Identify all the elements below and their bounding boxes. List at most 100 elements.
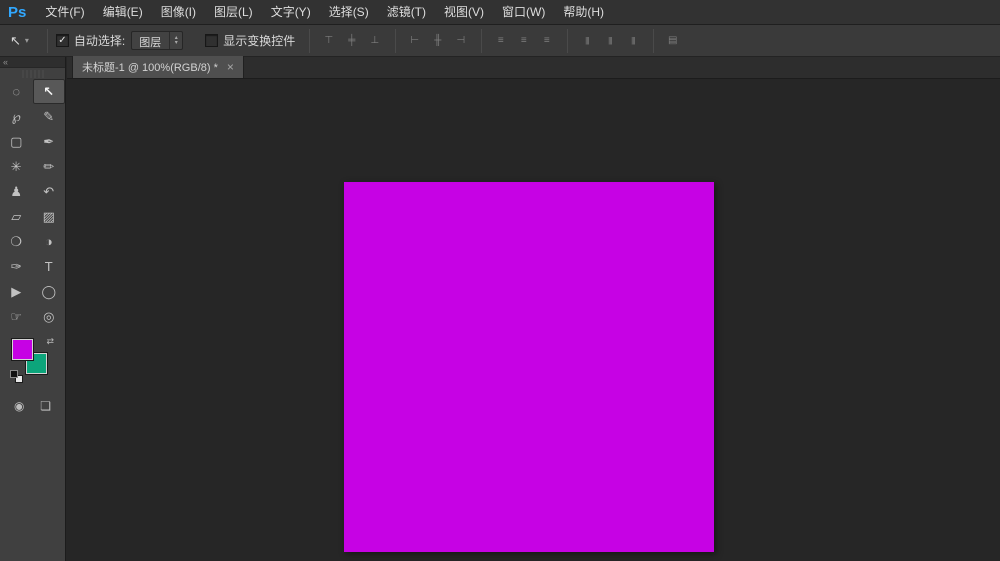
canvas-area[interactable] — [67, 79, 1000, 561]
switch-colors-icon[interactable]: ⇄ — [46, 337, 54, 346]
photoshop-logo: Ps — [0, 4, 36, 21]
tool-options-bar: ↖ ▾ ✓ 自动选择: 图层 ▴ ▾ 显示变换控件 ⊤ ╪ ⊥ ⊢ ╫ ⊣ ≡ … — [0, 25, 1000, 57]
brush-icon: ✏ — [43, 159, 54, 175]
panel-collapse-button[interactable]: « — [0, 57, 65, 68]
move-tool[interactable]: ↖ — [33, 79, 66, 104]
quick-selection-tool[interactable]: ✎ — [33, 104, 66, 129]
auto-align-layers-button[interactable]: ▤ — [662, 31, 683, 50]
chevron-down-icon: ▾ — [25, 36, 29, 45]
dodge-icon: ◑ — [45, 234, 53, 249]
hand-tool[interactable]: ☞ — [0, 304, 33, 329]
align-left-edges-button[interactable]: ⊢ — [404, 31, 425, 50]
blur-icon: ❍ — [10, 234, 22, 250]
type-tool[interactable]: T — [33, 254, 66, 279]
align-top-edges-button[interactable]: ⊤ — [318, 31, 339, 50]
menu-item-select[interactable]: 选择(S) — [320, 0, 378, 24]
menu-item-help[interactable]: 帮助(H) — [554, 0, 613, 24]
align-bottom-edges-button[interactable]: ⊥ — [364, 31, 385, 50]
hand-icon: ☞ — [10, 309, 22, 325]
color-swatches: ⇄ — [10, 337, 54, 383]
align-vertical-centers-button[interactable]: ╪ — [341, 31, 362, 50]
eraser-tool[interactable]: ▱ — [0, 204, 33, 229]
ellipse-shape-tool[interactable]: ◯ — [33, 279, 66, 304]
path-selection-tool[interactable]: ▶ — [0, 279, 33, 304]
menu-item-filter[interactable]: 滤镜(T) — [378, 0, 435, 24]
healing-brush-icon: ✳ — [11, 159, 22, 175]
tools-panel: « ◌ ↖ ℘ ✎ ▢ ✒ ✳ ✏ ♟ ↶ ▱ ▨ ❍ ◑ ✑ T ▶ ◯ ☞ … — [0, 57, 66, 561]
zoom-tool[interactable]: ◎ — [33, 304, 66, 329]
menu-item-window[interactable]: 窗口(W) — [493, 0, 554, 24]
auto-select-target-dropdown[interactable]: 图层 ▴ ▾ — [131, 31, 183, 50]
menu-bar: Ps 文件(F) 编辑(E) 图像(I) 图层(L) 文字(Y) 选择(S) 滤… — [0, 0, 1000, 25]
align-horizontal-centers-button[interactable]: ╫ — [427, 31, 448, 50]
quick-selection-icon: ✎ — [43, 109, 54, 125]
pen-icon: ✑ — [11, 259, 22, 275]
photoshop-window: Ps 文件(F) 编辑(E) 图像(I) 图层(L) 文字(Y) 选择(S) 滤… — [0, 0, 1000, 561]
quick-mask-icon[interactable]: ◉ — [14, 399, 24, 413]
pen-tool[interactable]: ✑ — [0, 254, 33, 279]
separator — [653, 29, 654, 53]
crop-tool[interactable]: ▢ — [0, 129, 33, 154]
eyedropper-icon: ✒ — [43, 134, 54, 150]
panel-bottom-icons: ◉ ❏ — [0, 399, 65, 413]
move-icon: ↖ — [43, 84, 54, 100]
distribute-vertical-centers-button[interactable]: ≡ — [513, 31, 534, 50]
foreground-color-swatch[interactable] — [12, 339, 33, 360]
history-brush-tool[interactable]: ↶ — [33, 179, 66, 204]
show-transform-label: 显示变换控件 — [223, 32, 295, 49]
separator — [47, 29, 48, 53]
separator — [567, 29, 568, 53]
move-tool-icon: ↖ — [10, 33, 21, 49]
blur-tool[interactable]: ❍ — [0, 229, 33, 254]
type-icon: T — [45, 259, 53, 274]
show-transform-checkbox[interactable] — [205, 34, 218, 47]
separator — [481, 29, 482, 53]
menu-item-layer[interactable]: 图层(L) — [205, 0, 262, 24]
screen-mode-icon[interactable]: ❏ — [40, 399, 51, 413]
marquee-icon: ◌ — [12, 84, 20, 99]
default-colors-icon[interactable] — [10, 370, 23, 383]
crop-icon: ▢ — [10, 134, 22, 150]
path-selection-icon: ▶ — [11, 284, 21, 300]
align-right-edges-button[interactable]: ⊣ — [450, 31, 471, 50]
auto-select-checkbox[interactable]: ✓ — [56, 34, 69, 47]
elliptical-marquee-tool[interactable]: ◌ — [0, 79, 33, 104]
auto-select-target-value: 图层 — [132, 32, 169, 49]
brush-tool[interactable]: ✏ — [33, 154, 66, 179]
distribute-top-edges-button[interactable]: ≡ — [490, 31, 511, 50]
tool-preset-picker[interactable]: ↖ ▾ — [10, 33, 29, 49]
menu-item-edit[interactable]: 编辑(E) — [94, 0, 152, 24]
gradient-tool[interactable]: ▨ — [33, 204, 66, 229]
lasso-icon: ℘ — [12, 109, 21, 125]
distribute-right-edges-button[interactable]: ||| — [622, 31, 643, 50]
close-icon[interactable]: × — [227, 61, 234, 73]
clone-stamp-icon: ♟ — [10, 184, 22, 200]
zoom-icon: ◎ — [43, 309, 54, 325]
distribute-horizontal-centers-button[interactable]: ||| — [599, 31, 620, 50]
menu-item-file[interactable]: 文件(F) — [36, 0, 93, 24]
gradient-icon: ▨ — [43, 209, 55, 225]
menu-item-view[interactable]: 视图(V) — [435, 0, 493, 24]
lasso-tool[interactable]: ℘ — [0, 104, 33, 129]
tools-grid: ◌ ↖ ℘ ✎ ▢ ✒ ✳ ✏ ♟ ↶ ▱ ▨ ❍ ◑ ✑ T ▶ ◯ ☞ ◎ — [0, 79, 65, 329]
auto-select-label: 自动选择: — [74, 32, 125, 49]
menu-item-image[interactable]: 图像(I) — [152, 0, 205, 24]
menu-item-type[interactable]: 文字(Y) — [262, 0, 320, 24]
panel-drag-grip[interactable] — [22, 70, 44, 78]
document-tab-title: 未标题-1 @ 100%(RGB/8) * — [82, 59, 218, 75]
eraser-icon: ▱ — [11, 209, 21, 225]
separator — [309, 29, 310, 53]
document-tab-bar: 未标题-1 @ 100%(RGB/8) * × — [67, 57, 1000, 79]
distribute-bottom-edges-button[interactable]: ≡ — [536, 31, 557, 50]
document-canvas[interactable] — [344, 182, 714, 552]
separator — [395, 29, 396, 53]
shape-icon: ◯ — [41, 284, 56, 300]
history-brush-icon: ↶ — [43, 184, 54, 200]
document-tab[interactable]: 未标题-1 @ 100%(RGB/8) * × — [72, 56, 244, 78]
distribute-left-edges-button[interactable]: ||| — [576, 31, 597, 50]
spinner-arrows-icon: ▴ ▾ — [169, 32, 182, 49]
spot-healing-brush-tool[interactable]: ✳ — [0, 154, 33, 179]
eyedropper-tool[interactable]: ✒ — [33, 129, 66, 154]
clone-stamp-tool[interactable]: ♟ — [0, 179, 33, 204]
dodge-tool[interactable]: ◑ — [33, 229, 66, 254]
